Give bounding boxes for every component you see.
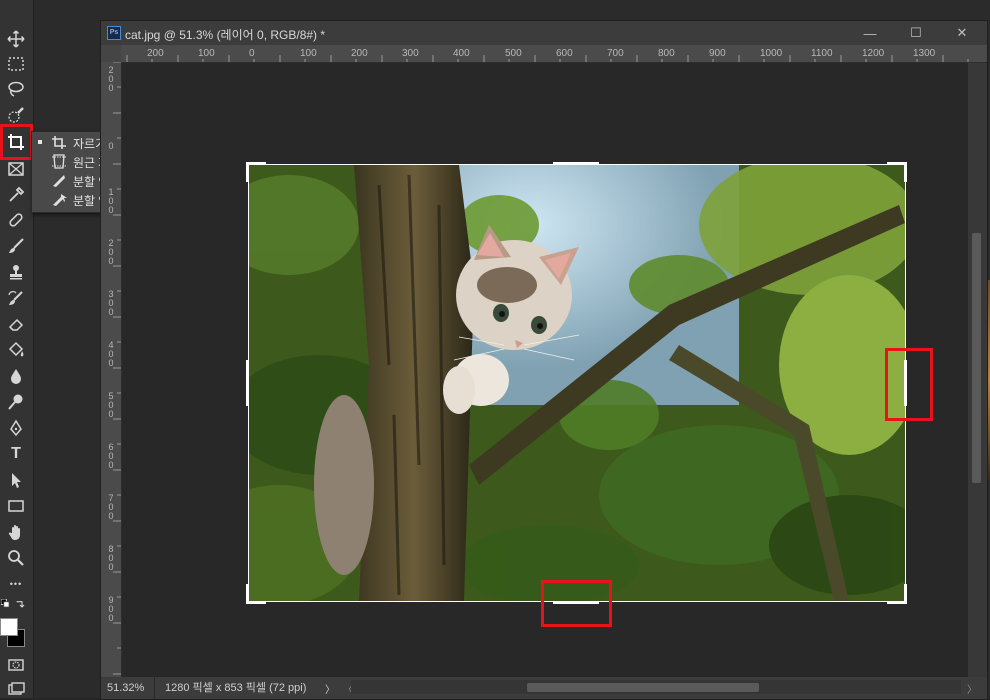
rectangle-icon[interactable] — [3, 495, 29, 517]
hand-icon[interactable] — [3, 521, 29, 543]
ruler-label: 700 — [607, 48, 624, 59]
paint-bucket-icon[interactable] — [3, 339, 29, 361]
slice-icon — [51, 173, 67, 188]
swap-colors-icon[interactable] — [12, 597, 28, 613]
move-icon[interactable] — [3, 28, 29, 50]
vertical-scroll-thumb[interactable] — [972, 233, 981, 483]
close-button[interactable]: ✕ — [939, 21, 985, 45]
horizontal-scrollbar[interactable] — [351, 680, 961, 694]
ruler-label: 100 — [198, 48, 215, 59]
pen-icon[interactable] — [3, 417, 29, 439]
active-bullet — [38, 140, 42, 144]
frame-icon[interactable] — [3, 158, 29, 180]
ruler-label: 4 0 0 — [108, 340, 114, 368]
ruler-label: 2 0 0 — [108, 65, 114, 93]
maximize-button[interactable]: ☐ — [893, 21, 939, 45]
ruler-label: 500 — [505, 48, 522, 59]
ruler-label: 600 — [556, 48, 573, 59]
zoom-icon[interactable] — [3, 547, 29, 569]
crop-handle-bottom-left[interactable] — [246, 601, 266, 604]
ruler-label: 400 — [453, 48, 470, 59]
document-info[interactable]: 1280 픽셀 x 853 픽셀 (72 ppi) — [165, 677, 306, 699]
ruler-label: 3 0 0 — [108, 289, 114, 317]
document-titlebar[interactable]: Ps cat.jpg @ 51.3% (레이어 0, RGB/8#) * — ☐… — [101, 21, 987, 45]
vertical-ruler[interactable]: 2 0 0 0 1 0 0 2 0 0 3 0 0 4 0 0 5 0 0 6 … — [101, 62, 122, 677]
crop-handle-bottom-left-v[interactable] — [246, 584, 249, 604]
type-glyph: T — [11, 445, 21, 462]
slice-select-icon — [51, 192, 67, 207]
perspective-crop-icon — [51, 154, 67, 169]
ruler-label: 1300 — [913, 48, 936, 59]
ruler-label: 8 0 0 — [108, 544, 114, 572]
photoshop-doc-icon: Ps — [107, 26, 121, 40]
ruler-ticks — [113, 62, 121, 675]
horizontal-scroll-thumb[interactable] — [527, 683, 759, 692]
minimize-button[interactable]: — — [847, 21, 893, 45]
crop-handle-bottom-right-v[interactable] — [904, 584, 907, 604]
crop-icon — [51, 135, 67, 150]
ruler-label: 1200 — [862, 48, 885, 59]
quick-select-icon[interactable] — [3, 104, 29, 126]
cat-photo-canvas[interactable] — [248, 164, 906, 602]
more-tools-icon[interactable]: ••• — [3, 573, 29, 595]
eraser-icon[interactable] — [3, 313, 29, 335]
stamp-icon[interactable] — [3, 261, 29, 283]
ruler-label: 300 — [402, 48, 419, 59]
healing-brush-icon[interactable] — [3, 209, 29, 231]
ruler-label: 0 — [249, 48, 255, 59]
blur-icon[interactable] — [3, 365, 29, 387]
type-icon[interactable]: T — [3, 443, 29, 465]
lasso-icon[interactable] — [3, 78, 29, 100]
tools-panel: T ••• — [0, 0, 34, 698]
eyedropper-icon[interactable] — [3, 184, 29, 206]
ruler-label: 7 0 0 — [108, 493, 114, 521]
ruler-label: 1100 — [811, 48, 833, 59]
brush-icon[interactable] — [3, 235, 29, 257]
dodge-icon[interactable] — [3, 391, 29, 413]
crop-handle-top-left[interactable] — [246, 162, 266, 165]
right-handle-highlight — [885, 348, 933, 421]
ruler-label: 800 — [658, 48, 675, 59]
ruler-label: 5 0 0 — [108, 391, 114, 419]
crop-tool-highlight — [0, 124, 33, 160]
ruler-label: 1 0 0 — [108, 187, 114, 215]
ruler-label: 900 — [709, 48, 726, 59]
cat-photo-illustration — [249, 165, 905, 601]
crop-handle-left-middle[interactable] — [246, 360, 249, 406]
ruler-label: 0 — [108, 141, 114, 151]
ruler-label: 100 — [300, 48, 317, 59]
ruler-label: 6 0 0 — [108, 442, 114, 470]
ruler-label: 1000 — [760, 48, 783, 59]
path-select-icon[interactable] — [3, 469, 29, 491]
crop-handle-top-middle[interactable] — [553, 162, 599, 165]
default-colors-icon[interactable] — [0, 598, 10, 608]
ruler-label: 9 0 0 — [108, 595, 114, 623]
crop-handle-top-right-v[interactable] — [904, 162, 907, 182]
marquee-icon[interactable] — [3, 53, 29, 75]
more-glyph: ••• — [9, 579, 23, 589]
ruler-label: 200 — [147, 48, 164, 59]
document-title: cat.jpg @ 51.3% (레이어 0, RGB/8#) * — [125, 28, 326, 42]
vertical-scrollbar[interactable] — [968, 63, 987, 677]
quick-mask-icon[interactable] — [3, 654, 29, 676]
status-expand-arrow[interactable]: 〉 — [325, 681, 335, 696]
bottom-handle-highlight — [541, 580, 612, 627]
foreground-color-swatch[interactable] — [0, 618, 18, 636]
status-bar: 51.32% 1280 픽셀 x 853 픽셀 (72 ppi) 〉 〈 〉 — [101, 677, 987, 699]
history-brush-icon[interactable] — [3, 287, 29, 309]
ruler-origin[interactable] — [101, 45, 121, 62]
ruler-label: 2 0 0 — [108, 238, 114, 266]
crop-handle-top-left-v[interactable] — [246, 162, 249, 182]
ruler-label: 200 — [351, 48, 368, 59]
zoom-level[interactable]: 51.32% — [101, 677, 155, 699]
scroll-right-arrow[interactable]: 〉 — [967, 681, 977, 696]
screen-mode-icon[interactable] — [3, 678, 29, 700]
horizontal-ruler[interactable]: 200 100 0 100 200 300 400 500 600 700 80… — [121, 45, 987, 63]
